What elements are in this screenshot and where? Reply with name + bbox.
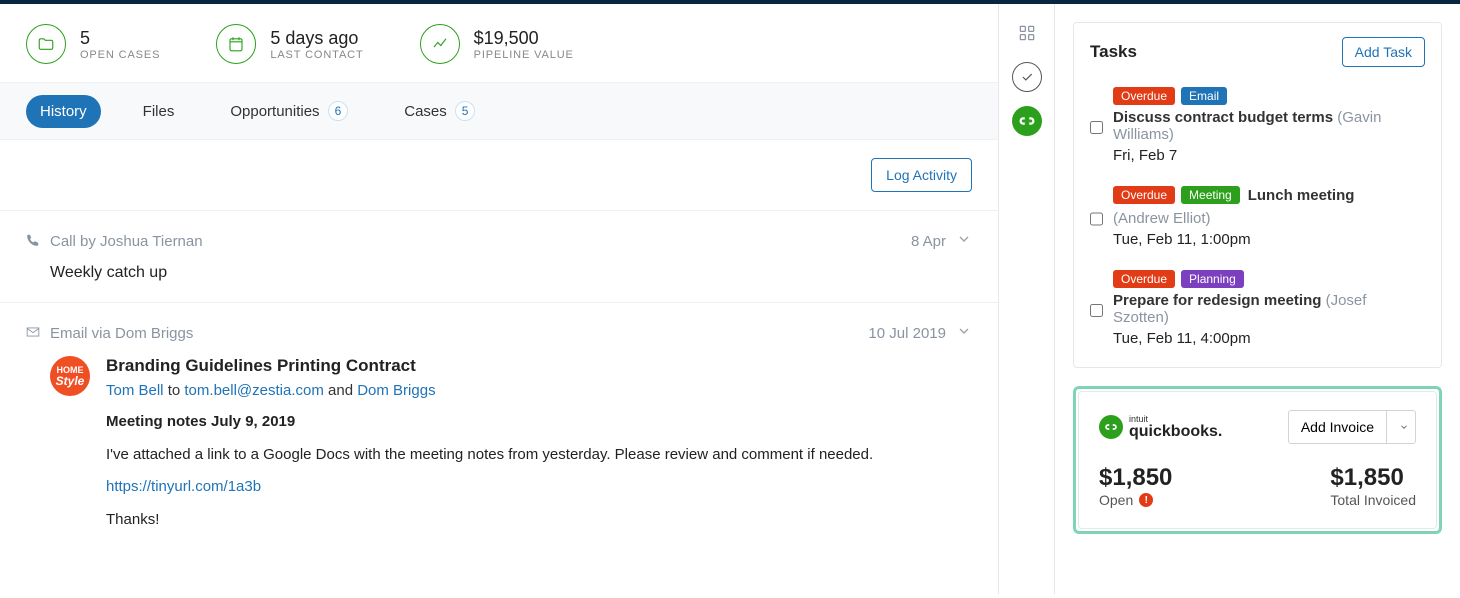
- task-assignee: (Andrew Elliot): [1113, 210, 1211, 227]
- email-from-name[interactable]: Tom Bell: [106, 382, 164, 399]
- overdue-badge: Overdue: [1113, 270, 1175, 288]
- tab-label: Cases: [404, 103, 447, 120]
- meeting-badge: Meeting: [1181, 186, 1240, 204]
- quickbooks-icon: [1099, 415, 1123, 439]
- task-date: Tue, Feb 11, 4:00pm: [1113, 330, 1425, 347]
- stats-row: 5 OPEN CASES 5 days ago LAST CONTACT $: [0, 4, 998, 82]
- stat-value: 5 days ago: [270, 28, 363, 49]
- entry-meta: Call by Joshua Tiernan: [50, 233, 203, 250]
- tab-count: 5: [455, 101, 476, 121]
- brand-big: quickbooks.: [1129, 424, 1222, 440]
- email-to-address[interactable]: tom.bell@zestia.com: [184, 382, 323, 399]
- email-body-line: Thanks!: [106, 509, 972, 532]
- avatar: HOME Style: [50, 356, 90, 396]
- email-notes-heading: Meeting notes July 9, 2019: [106, 411, 972, 434]
- task-item: Overdue Planning Prepare for redesign me…: [1090, 262, 1425, 361]
- side-rail: [999, 4, 1055, 594]
- add-invoice-dropdown[interactable]: [1386, 410, 1416, 444]
- quickbooks-card: intuit quickbooks. Add Invoice $1,850: [1073, 386, 1442, 534]
- main-column: 5 OPEN CASES 5 days ago LAST CONTACT $: [0, 4, 999, 594]
- and-word: and: [328, 382, 353, 399]
- stat-label: PIPELINE VALUE: [474, 49, 574, 61]
- chevron-down-icon[interactable]: [956, 231, 972, 252]
- metric-amount: $1,850: [1330, 464, 1416, 492]
- email-from-line: Tom Bell to tom.bell@zestia.com and Dom …: [106, 382, 972, 399]
- avatar-text-bottom: Style: [56, 375, 85, 387]
- task-title: Prepare for redesign meeting: [1113, 292, 1321, 309]
- email-cc-name[interactable]: Dom Briggs: [357, 382, 435, 399]
- quickbooks-logo: intuit quickbooks.: [1099, 415, 1222, 440]
- tab-cases[interactable]: Cases 5: [390, 93, 489, 129]
- add-invoice-button[interactable]: Add Invoice: [1288, 410, 1386, 444]
- tab-files[interactable]: Files: [129, 95, 189, 128]
- entry-date: 10 Jul 2019: [868, 325, 946, 342]
- history-entry-email: Email via Dom Briggs 10 Jul 2019 HOME St…: [0, 302, 998, 561]
- stat-last-contact: 5 days ago LAST CONTACT: [216, 24, 363, 64]
- trend-icon: [420, 24, 460, 64]
- task-item: Overdue Meeting Lunch meeting (Andrew El…: [1090, 178, 1425, 262]
- task-date: Tue, Feb 11, 1:00pm: [1113, 231, 1425, 248]
- metric-label: Open: [1099, 492, 1133, 508]
- stat-label: LAST CONTACT: [270, 49, 363, 61]
- calendar-icon: [216, 24, 256, 64]
- entry-meta: Email via Dom Briggs: [50, 325, 193, 342]
- add-invoice-split-button: Add Invoice: [1288, 410, 1416, 444]
- log-activity-button[interactable]: Log Activity: [871, 158, 972, 192]
- entry-subject: Weekly catch up: [50, 264, 972, 282]
- metric-label: Total Invoiced: [1330, 492, 1416, 508]
- email-body-line: I've attached a link to a Google Docs wi…: [106, 444, 972, 467]
- task-checkbox[interactable]: [1090, 190, 1103, 248]
- tasks-title: Tasks: [1090, 42, 1137, 62]
- quickbooks-icon[interactable]: [1012, 106, 1042, 136]
- tab-bar: History Files Opportunities 6 Cases 5: [0, 82, 998, 140]
- metric-open: $1,850 Open !: [1099, 464, 1172, 508]
- task-checkbox[interactable]: [1090, 274, 1103, 347]
- metric-total: $1,850 Total Invoiced: [1330, 464, 1416, 508]
- task-date: Fri, Feb 7: [1113, 147, 1425, 164]
- tasks-panel: Tasks Add Task Overdue Email Discuss con…: [1073, 22, 1442, 368]
- phone-icon: [26, 233, 40, 251]
- task-item: Overdue Email Discuss contract budget te…: [1090, 79, 1425, 178]
- tab-history[interactable]: History: [26, 95, 101, 128]
- stat-value: 5: [80, 28, 160, 49]
- mail-icon: [26, 325, 40, 343]
- tab-count: 6: [328, 101, 349, 121]
- overdue-badge: Overdue: [1113, 186, 1175, 204]
- chevron-down-icon[interactable]: [956, 323, 972, 344]
- history-entry-call: Call by Joshua Tiernan 8 Apr Weekly catc…: [0, 210, 998, 302]
- overdue-badge: Overdue: [1113, 87, 1175, 105]
- planning-badge: Planning: [1181, 270, 1244, 288]
- task-title: Lunch meeting: [1248, 187, 1355, 204]
- stat-label: OPEN CASES: [80, 49, 160, 61]
- activity-toolbar: Log Activity: [0, 140, 998, 210]
- email-badge: Email: [1181, 87, 1227, 105]
- tab-opportunities[interactable]: Opportunities 6: [216, 93, 362, 129]
- folder-icon: [26, 24, 66, 64]
- stat-value: $19,500: [474, 28, 574, 49]
- task-checkbox[interactable]: [1090, 91, 1103, 164]
- tab-label: Opportunities: [230, 103, 319, 120]
- entry-date: 8 Apr: [911, 233, 946, 250]
- stat-pipeline-value: $19,500 PIPELINE VALUE: [420, 24, 574, 64]
- check-circle-icon[interactable]: [1012, 62, 1042, 92]
- email-body-link[interactable]: https://tinyurl.com/1a3b: [106, 478, 261, 495]
- to-word: to: [168, 382, 181, 399]
- apps-grid-icon[interactable]: [1012, 18, 1042, 48]
- email-subject: Branding Guidelines Printing Contract: [106, 356, 972, 376]
- stat-open-cases: 5 OPEN CASES: [26, 24, 160, 64]
- task-title: Discuss contract budget terms: [1113, 109, 1333, 126]
- sidebar: Tasks Add Task Overdue Email Discuss con…: [1055, 4, 1460, 594]
- alert-icon: !: [1139, 493, 1153, 507]
- metric-amount: $1,850: [1099, 464, 1172, 492]
- add-task-button[interactable]: Add Task: [1342, 37, 1425, 67]
